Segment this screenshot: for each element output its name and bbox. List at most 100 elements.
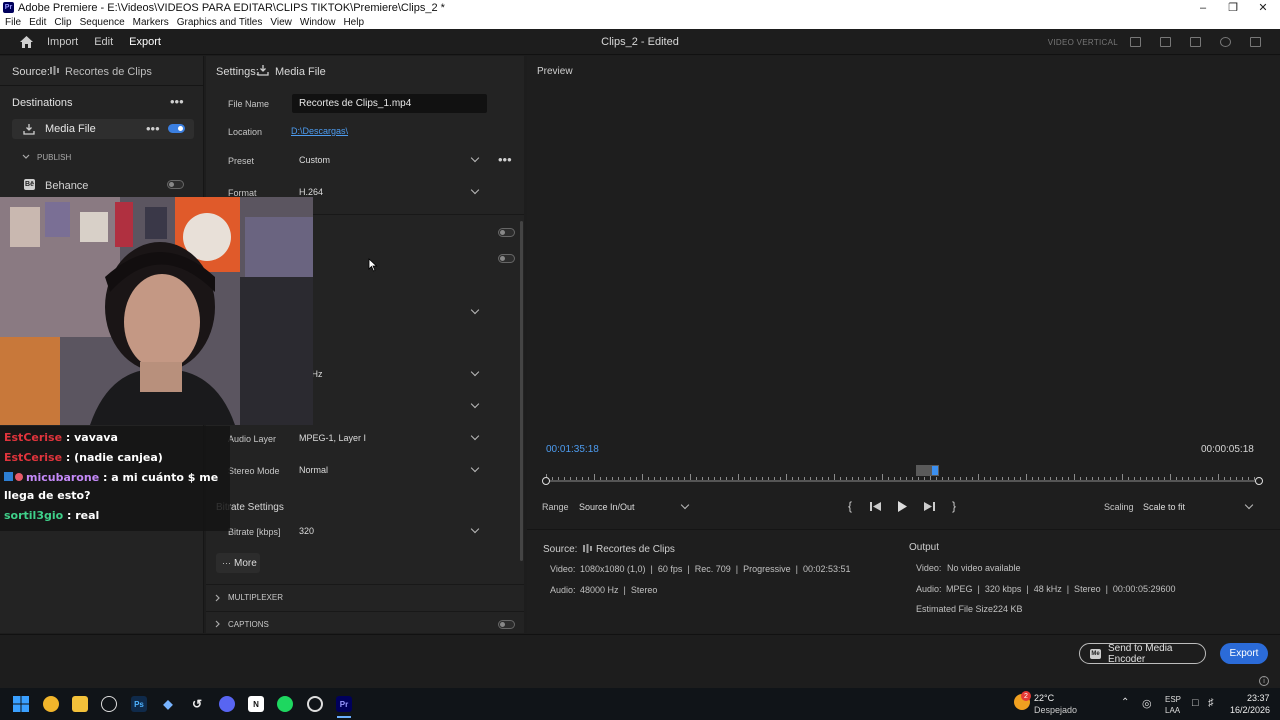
close-button[interactable]: ✕ (1248, 0, 1278, 15)
out-point-handle[interactable] (1255, 477, 1263, 485)
timeline-tick (1188, 477, 1189, 480)
maximize-button[interactable]: ❐ (1218, 0, 1248, 15)
in-point-handle[interactable] (542, 477, 550, 485)
chat-text: : vavava (62, 431, 118, 444)
menu-bar: File Edit Clip Sequence Markers Graphics… (0, 15, 1280, 29)
send-to-media-encoder-button[interactable]: Me Send to Media Encoder (1079, 643, 1206, 665)
nav-edit[interactable]: Edit (94, 36, 113, 48)
chevron-right-icon[interactable] (215, 620, 221, 628)
home-icon[interactable] (20, 35, 33, 48)
file-name-input[interactable]: Recortes de Clips_1.mp4 (292, 94, 487, 113)
go-to-in-icon[interactable]: { (848, 499, 852, 513)
range-dropdown[interactable]: Source In/Out (571, 497, 696, 517)
timeline-tick (1008, 477, 1009, 480)
source-audio-value: 48000 Hz | Stereo (580, 585, 658, 595)
search-icon[interactable] (1220, 37, 1231, 47)
timeline-tick (618, 477, 619, 480)
minimize-button[interactable]: – (1188, 0, 1218, 15)
multiplexer-heading[interactable]: MULTIPLEXER (228, 593, 283, 602)
range-value: Source In/Out (579, 502, 635, 512)
obs-icon[interactable] (307, 696, 323, 712)
go-to-out-icon[interactable]: } (952, 499, 956, 513)
workspaces-icon[interactable] (1130, 37, 1141, 47)
media-file-more-icon[interactable]: ••• (146, 122, 160, 135)
steam-icon[interactable] (101, 696, 117, 712)
chevron-down-icon[interactable] (22, 154, 30, 160)
clock-time[interactable]: 23:37 (1247, 693, 1270, 703)
language-bottom[interactable]: LAA (1165, 706, 1180, 715)
capcut-icon[interactable]: ↺ (189, 696, 205, 712)
windows-start-icon[interactable] (13, 696, 29, 712)
header-actions: VIDEO VERTICAL (1048, 29, 1280, 55)
more-dots-icon: ⋯ (222, 557, 231, 568)
discord-icon[interactable] (219, 696, 235, 712)
chevron-right-icon[interactable] (215, 594, 221, 602)
audio-section-toggle[interactable] (498, 254, 515, 263)
language-top[interactable]: ESP (1165, 695, 1181, 704)
location-link[interactable]: D:\Descargas\ (291, 126, 348, 136)
network-icon[interactable]: □ (1192, 697, 1199, 709)
bitrate-dropdown[interactable]: 320 (291, 521, 486, 541)
notion-icon[interactable]: N (248, 696, 264, 712)
media-file-destination[interactable]: Media File ••• (12, 119, 194, 139)
stereo-mode-dropdown[interactable]: Normal (291, 460, 486, 480)
nav-import[interactable]: Import (47, 36, 78, 48)
timeline-tick (1014, 477, 1015, 480)
nav-export[interactable]: Export (129, 36, 161, 48)
video-section-toggle[interactable] (498, 228, 515, 237)
scaling-dropdown[interactable]: Scale to fit (1135, 497, 1260, 517)
timeline-tick (606, 477, 607, 480)
photoshop-icon[interactable]: Ps (131, 696, 147, 712)
export-button[interactable]: Export (1220, 643, 1268, 664)
volume-icon[interactable]: ♯ (1208, 697, 1214, 709)
menu-markers[interactable]: Markers (133, 17, 169, 28)
timeline-tick (1068, 477, 1069, 480)
quick-export-icon[interactable] (1190, 37, 1201, 47)
microphone-icon[interactable]: ◎ (1142, 697, 1152, 710)
sample-rate-dropdown[interactable]: 00 Hz (291, 364, 486, 384)
audio-layer-dropdown[interactable]: MPEG-1, Layer I (291, 428, 486, 448)
timeline-tick (672, 477, 673, 480)
step-back-icon[interactable] (869, 501, 883, 512)
preset-more-icon[interactable]: ••• (498, 153, 512, 166)
menu-graphics-titles[interactable]: Graphics and Titles (177, 17, 263, 28)
divider (206, 611, 524, 612)
destinations-more-icon[interactable]: ••• (170, 95, 184, 108)
more-button[interactable]: ⋯ More (216, 553, 260, 573)
preset-dropdown[interactable]: Custom (291, 150, 486, 170)
chrome-icon[interactable] (43, 696, 59, 712)
menu-clip[interactable]: Clip (54, 17, 71, 28)
stereo-mode-value: Normal (299, 465, 329, 475)
behance-toggle[interactable] (167, 180, 184, 189)
audio-format-dropdown[interactable]: EG (291, 302, 486, 322)
current-time[interactable]: 00:01:35:18 (546, 444, 599, 455)
timeline-track[interactable] (546, 480, 1259, 482)
media-file-toggle[interactable] (168, 124, 185, 133)
menu-view[interactable]: View (270, 17, 292, 28)
premiere-taskbar-icon[interactable]: Pr (336, 696, 352, 712)
menu-edit[interactable]: Edit (29, 17, 46, 28)
fullscreen-icon[interactable] (1250, 37, 1261, 47)
format-dropdown[interactable]: H.264 (291, 182, 486, 202)
playhead[interactable] (932, 466, 938, 475)
menu-window[interactable]: Window (300, 17, 336, 28)
spotify-icon[interactable] (277, 696, 293, 712)
timeline-tick (744, 477, 745, 480)
file-explorer-icon[interactable] (72, 696, 88, 712)
tray-chevron-icon[interactable]: ⌃ (1121, 697, 1129, 708)
settings-scrollbar[interactable] (520, 221, 523, 561)
app-icon[interactable]: ◆ (160, 696, 176, 712)
menu-sequence[interactable]: Sequence (80, 17, 125, 28)
timeline-tick (1074, 474, 1075, 480)
channels-dropdown[interactable]: eo (291, 396, 486, 416)
step-forward-icon[interactable] (922, 501, 936, 512)
captions-heading[interactable]: CAPTIONS (228, 620, 269, 629)
play-icon[interactable] (897, 501, 908, 512)
clock-date[interactable]: 16/2/2026 (1230, 705, 1270, 715)
share-icon[interactable] (1160, 37, 1171, 47)
info-icon[interactable]: i (1259, 676, 1269, 686)
menu-file[interactable]: File (5, 17, 21, 28)
menu-help[interactable]: Help (343, 17, 364, 28)
workspace-label[interactable]: VIDEO VERTICAL (1048, 38, 1118, 47)
captions-toggle[interactable] (498, 620, 515, 629)
